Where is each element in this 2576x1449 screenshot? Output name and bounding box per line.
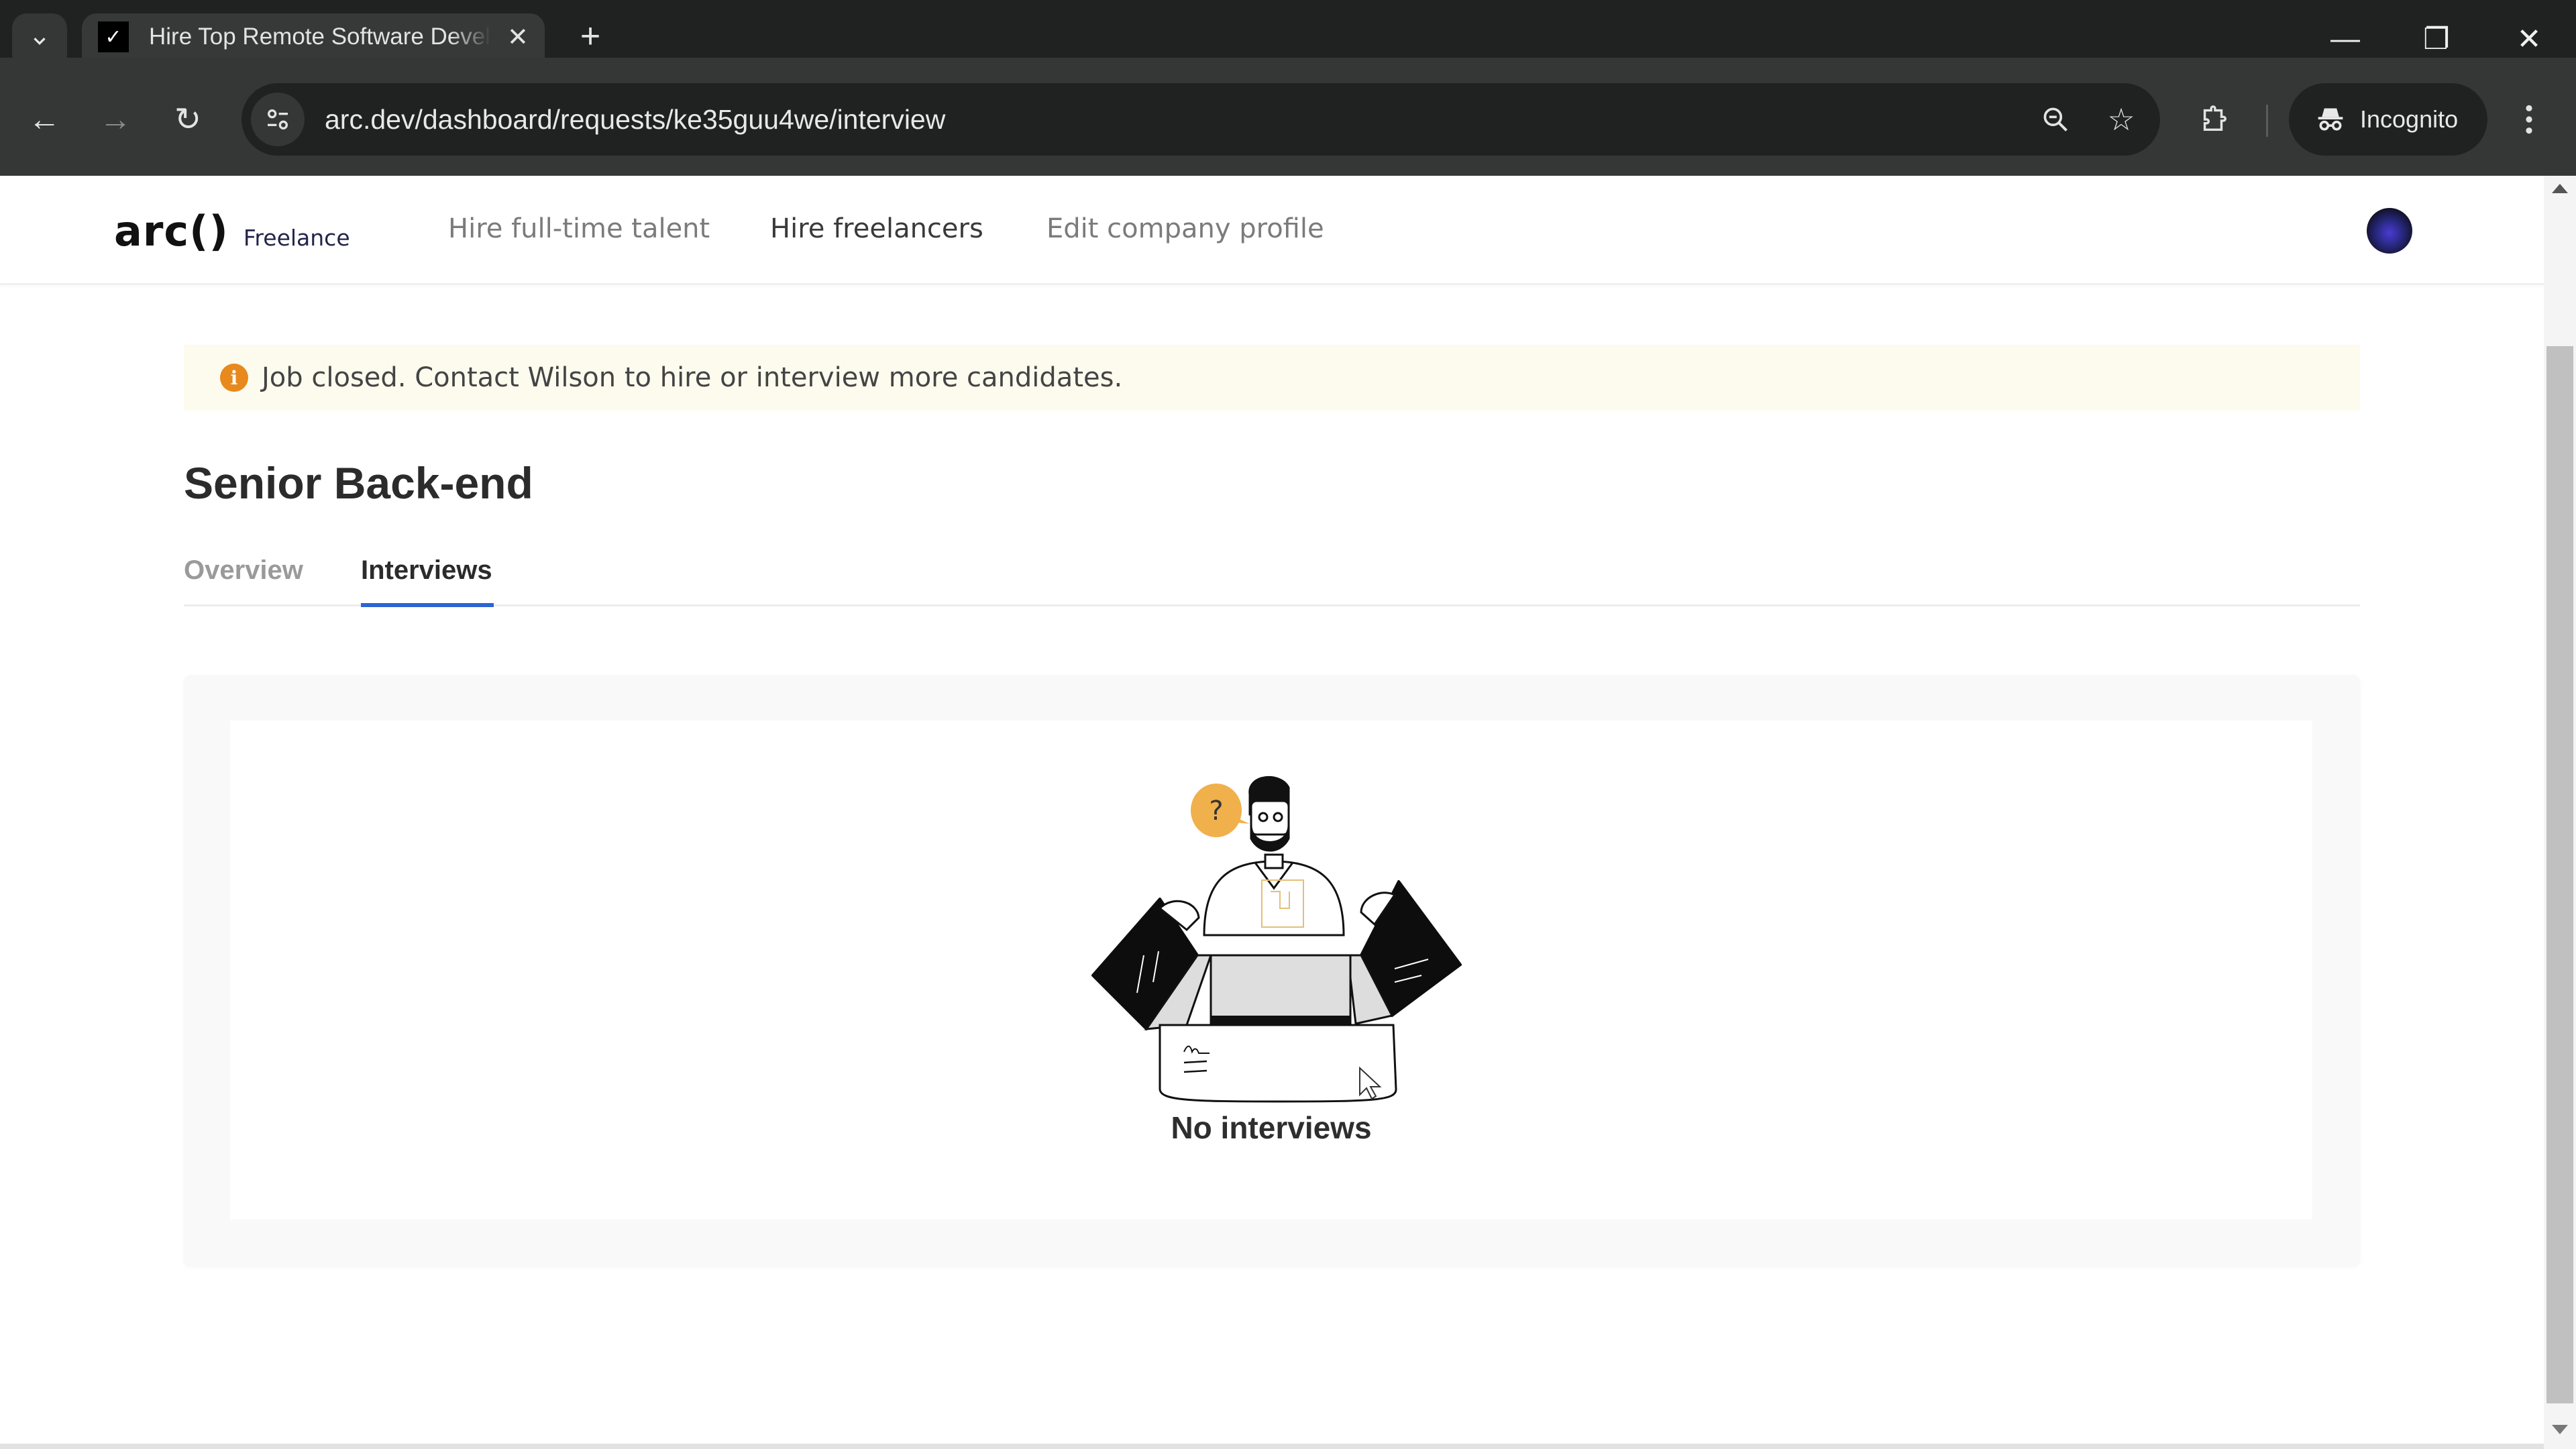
browser-tab-active[interactable]: ✓ Hire Top Remote Software Developers ✕ <box>82 13 545 60</box>
scroll-thumb[interactable] <box>2546 346 2573 1403</box>
incognito-badge[interactable]: Incognito <box>2289 83 2487 156</box>
app-header: arc() Freelance Hire full-time talent Hi… <box>0 176 2544 285</box>
tab-title: Hire Top Remote Software Developers <box>149 23 491 50</box>
nav-edit-company-profile[interactable]: Edit company profile <box>1046 213 1324 244</box>
zoom-out-icon[interactable] <box>2029 93 2082 146</box>
nav-hire-full-time-talent[interactable]: Hire full-time talent <box>448 213 710 244</box>
url-text[interactable]: arc.dev/dashboard/requests/ke35guu4we/in… <box>325 104 2029 136</box>
empty-state: ? No interviews <box>230 720 2312 1220</box>
toolbar-divider <box>2266 105 2268 137</box>
logo-mark: arc() <box>114 207 229 256</box>
close-tab-icon[interactable]: ✕ <box>507 22 529 52</box>
logo-sub: Freelance <box>243 225 350 251</box>
forward-button[interactable]: → <box>89 93 142 146</box>
empty-box-illustration: ? <box>1091 775 1462 1103</box>
bookmark-star-icon[interactable]: ☆ <box>2094 93 2148 146</box>
page-title: Senior Back-end <box>184 458 533 508</box>
horizontal-scrollbar[interactable] <box>0 1444 2544 1449</box>
empty-state-title: No interviews <box>1171 1110 1372 1145</box>
tune-icon <box>268 109 288 129</box>
arc-favicon-icon: ✓ <box>98 21 129 52</box>
reload-button[interactable]: ↻ <box>161 93 215 146</box>
incognito-icon <box>2318 108 2343 131</box>
tab-strip: ✓ Hire Top Remote Software Developers ✕ … <box>0 0 2576 68</box>
new-tab-button[interactable]: + <box>570 16 610 56</box>
incognito-label: Incognito <box>2360 105 2459 133</box>
job-closed-banner: i Job closed. Contact Wilson to hire or … <box>184 345 2360 411</box>
chevron-down-icon <box>34 38 46 46</box>
page-viewport: arc() Freelance Hire full-time talent Hi… <box>0 176 2544 1449</box>
back-button[interactable]: ← <box>17 93 71 146</box>
browser-chrome: ✓ Hire Top Remote Software Developers ✕ … <box>0 0 2576 176</box>
tab-overview[interactable]: Overview <box>184 555 303 603</box>
vertical-scrollbar[interactable] <box>2544 176 2576 1449</box>
user-avatar[interactable] <box>2367 208 2412 254</box>
info-icon: i <box>220 364 248 392</box>
scroll-down-arrow-icon[interactable] <box>2552 1425 2568 1434</box>
box-inner-panel <box>1210 954 1352 1026</box>
nav-hire-freelancers[interactable]: Hire freelancers <box>770 213 983 244</box>
question-bubble-icon: ? <box>1191 784 1250 837</box>
browser-toolbar: ← → ↻ arc.dev/dashboard/requests/ke35guu… <box>0 58 2576 176</box>
active-tab-indicator <box>361 603 494 607</box>
extensions-puzzle-icon[interactable] <box>2187 93 2241 146</box>
scroll-up-arrow-icon[interactable] <box>2552 184 2568 193</box>
svg-text:?: ? <box>1209 796 1223 826</box>
interviews-card: ? No interviews <box>184 675 2360 1265</box>
tab-interviews[interactable]: Interviews <box>361 555 492 603</box>
banner-text: Job closed. Contact Wilson to hire or in… <box>262 362 1123 393</box>
job-tabs: Overview Interviews <box>184 555 2360 607</box>
browser-menu-kebab-icon[interactable] <box>2509 93 2549 146</box>
arc-logo[interactable]: arc() Freelance <box>114 207 350 256</box>
address-bar[interactable]: arc.dev/dashboard/requests/ke35guu4we/in… <box>241 83 2160 156</box>
site-info-button[interactable] <box>251 93 305 146</box>
